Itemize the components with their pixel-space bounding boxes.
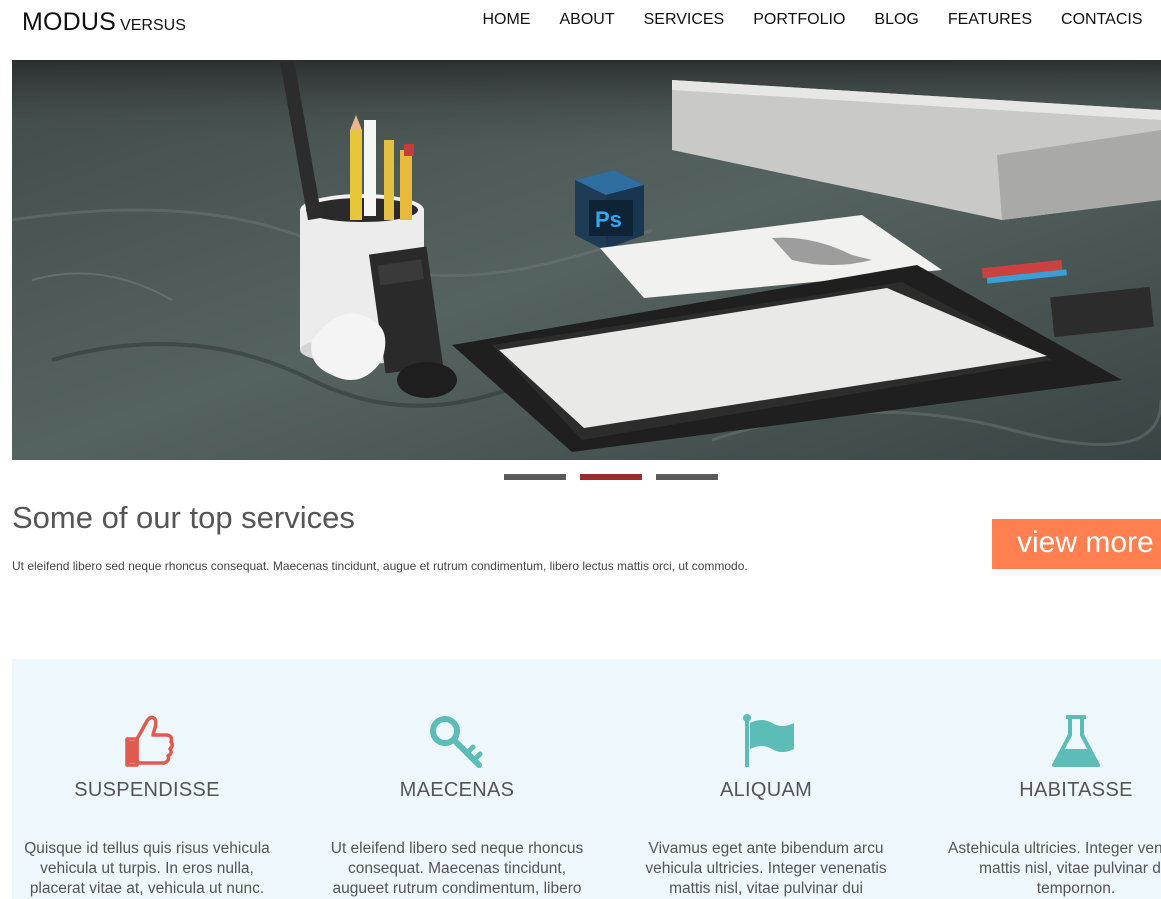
services-title: Some of our top services [12,500,355,535]
site-logo[interactable]: MODUS VERSUS [22,8,186,37]
photoshop-cube-label: Ps [595,207,622,232]
feature-title: MAECENAS [399,779,515,801]
feature-text: Quisque id tellus quis risus vehicula ve… [24,840,270,897]
key-icon [430,716,483,768]
hero-slide-image: Ps [12,60,1161,460]
nav-item-blog[interactable]: BLOG [860,10,933,30]
view-more-button[interactable]: view more [992,519,1161,569]
slider-dot-2[interactable] [580,474,642,480]
features-section: SUSPENDISSE Quisque id tellus quis risus… [12,659,1161,899]
nav-item-features[interactable]: FEATURES [933,10,1046,30]
flask-icon [1052,715,1100,767]
nav-item-contacts[interactable]: CONTACIS [1047,10,1157,30]
feature-title: ALIQUAM [719,779,813,801]
feature-text: Vivamus eget ante bibendum arcu vehicula… [645,840,887,897]
nav-item-about[interactable]: ABOUT [545,10,629,30]
nav-item-portfolio[interactable]: PORTFOLIO [739,10,860,30]
logo-sub-text: VERSUS [120,17,186,34]
thumbs-up-icon [125,715,175,767]
feature-title: HABITASSE [1019,779,1133,801]
main-nav: HOME ABOUT SERVICES PORTFOLIO BLOG FEATU… [468,10,1157,30]
nav-item-home[interactable]: HOME [468,10,545,30]
feature-text: Ut eleifend libero sed neque rhoncus con… [330,840,584,897]
slider-pagination [504,474,718,480]
services-description: Ut eleifend libero sed neque rhoncus con… [12,559,748,573]
site-header: MODUS VERSUS HOME ABOUT SERVICES PORTFOLI… [0,0,1161,60]
logo-main-text: MODUS [22,8,117,36]
feature-text: Astehicula ultricies. Integer venenatis … [948,840,1161,897]
slider-dot-1[interactable] [504,474,566,480]
nav-item-services[interactable]: SERVICES [629,10,739,30]
feature-title: SUSPENDISSE [74,779,220,801]
slider-dot-3[interactable] [656,474,718,480]
photoshop-cube: Ps [575,170,644,250]
flag-icon [743,714,794,767]
